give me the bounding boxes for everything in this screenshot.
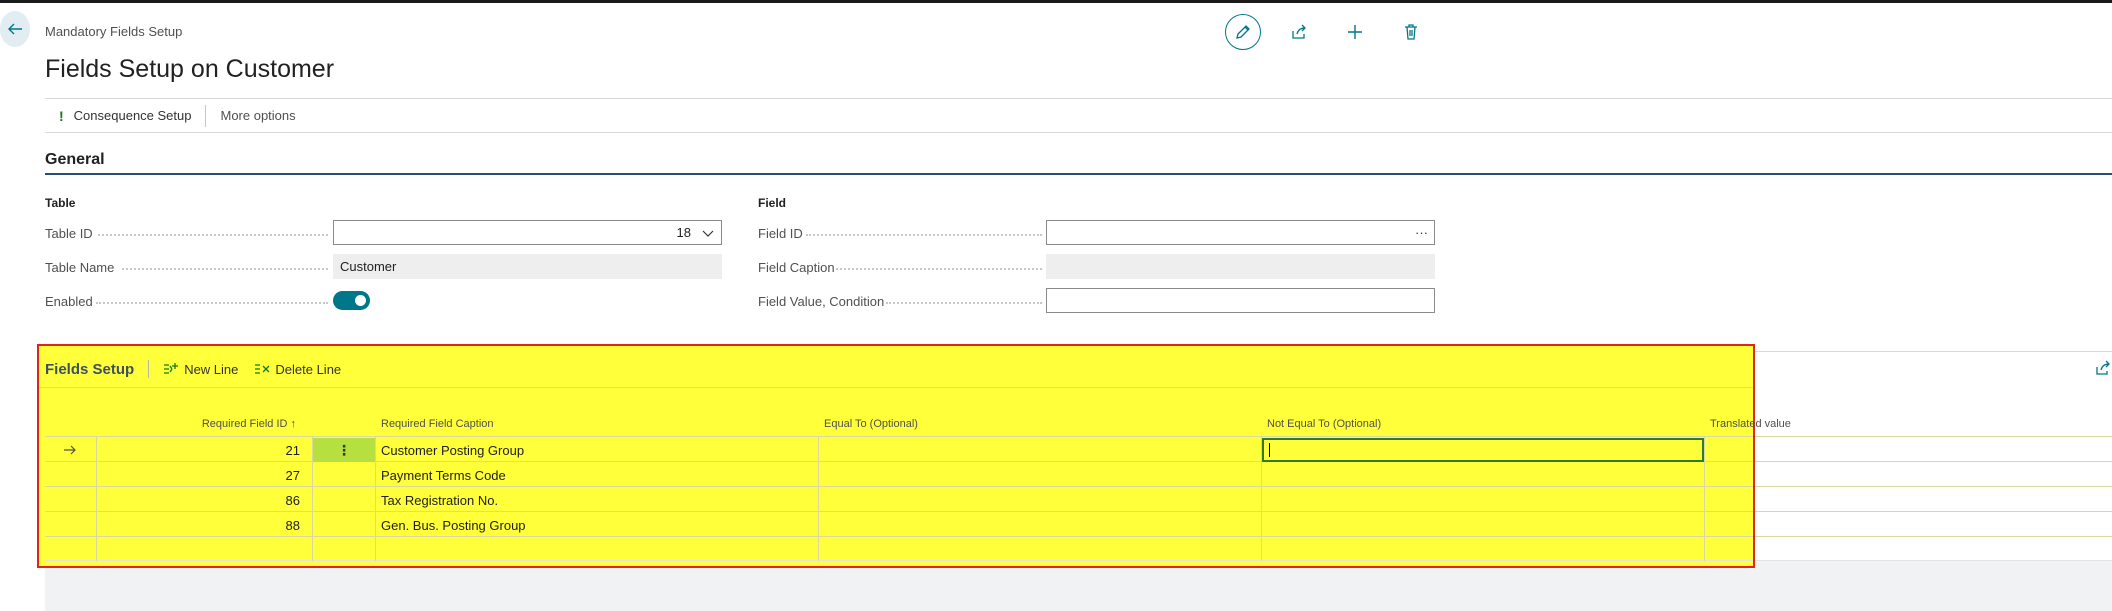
label-leader (122, 268, 328, 270)
table-row-id[interactable]: 27 (100, 463, 300, 488)
breadcrumb[interactable]: Mandatory Fields Setup (45, 24, 182, 39)
label-leader (836, 268, 1042, 270)
grid-line (818, 437, 819, 561)
more-options-button[interactable]: More options (206, 104, 309, 128)
not-equal-to-input[interactable] (1262, 438, 1704, 462)
subpage-header: Fields Setup New Line Delete Line (45, 357, 357, 381)
grid-line (45, 511, 2112, 512)
pencil-icon (1236, 25, 1250, 39)
delete-button[interactable] (1393, 14, 1429, 50)
group-label-field: Field (758, 196, 787, 210)
text-caret (1269, 443, 1270, 457)
column-header-required-field-id[interactable]: Required Field ID ↑ (180, 418, 296, 430)
table-name-label: Table Name (45, 260, 115, 275)
plus-icon (1348, 25, 1362, 39)
group-label-table: Table (45, 196, 76, 210)
edit-button[interactable] (1225, 14, 1261, 50)
grid-line (45, 486, 2112, 487)
table-row-caption[interactable]: Payment Terms Code (381, 463, 506, 488)
grid-line (1704, 437, 1705, 561)
table-row-id[interactable]: 21 (100, 438, 300, 463)
enabled-label: Enabled (45, 294, 93, 309)
label-leader (806, 234, 1042, 236)
table-row-id[interactable]: 86 (100, 488, 300, 513)
table-id-label: Table ID (45, 226, 93, 241)
section-divider (45, 173, 2112, 175)
lookup-ellipsis-icon[interactable]: ··· (1415, 225, 1428, 240)
field-id-input[interactable]: ··· (1046, 220, 1435, 245)
column-header-equal-to[interactable]: Equal To (Optional) (824, 418, 918, 430)
back-button[interactable] (0, 11, 30, 47)
field-condition-input[interactable] (1046, 288, 1435, 313)
table-name-field: Customer (333, 254, 722, 279)
delete-line-icon (255, 364, 270, 374)
current-row-arrow-icon (64, 445, 76, 455)
grid-line (375, 437, 376, 561)
label-leader (96, 302, 328, 304)
grid-line (38, 387, 1754, 388)
label-leader (886, 302, 1042, 304)
subpage-separator (148, 360, 150, 378)
action-bar: ! Consequence Setup More options (45, 98, 2112, 133)
column-header-not-equal-to[interactable]: Not Equal To (Optional) (1267, 418, 1381, 430)
label-leader (98, 234, 328, 236)
new-button[interactable] (1337, 14, 1373, 50)
table-row-caption[interactable]: Tax Registration No. (381, 488, 498, 513)
page-actions (1225, 14, 1449, 50)
trash-icon (1405, 24, 1417, 40)
table-row-caption[interactable]: Customer Posting Group (381, 438, 524, 463)
page-title: Fields Setup on Customer (45, 55, 335, 83)
grid-line (45, 560, 2112, 561)
subpage-background (45, 560, 2112, 611)
column-header-translated-value[interactable]: Translated value (1710, 418, 1791, 430)
new-line-button[interactable]: New Line (163, 362, 238, 377)
subpage-title[interactable]: Fields Setup (45, 361, 134, 378)
share-button[interactable] (1281, 14, 1317, 50)
arrow-left-icon (8, 23, 22, 35)
table-row-caption[interactable]: Gen. Bus. Posting Group (381, 513, 526, 538)
column-header-required-field-caption[interactable]: Required Field Caption (381, 418, 494, 430)
consequence-setup-button[interactable]: ! Consequence Setup (45, 104, 205, 128)
toggle-knob (355, 295, 366, 306)
field-caption-field (1046, 254, 1435, 279)
row-actions-button[interactable]: ⋮ (313, 438, 375, 462)
chevron-down-icon[interactable] (701, 226, 715, 240)
field-condition-label: Field Value, Condition (758, 294, 885, 309)
field-caption-label: Field Caption (758, 260, 835, 275)
share-icon (1292, 24, 1306, 39)
section-title-general[interactable]: General (45, 151, 105, 169)
grid-line (45, 436, 2112, 437)
window-top-border (0, 0, 2112, 3)
table-row-id[interactable]: 88 (100, 513, 300, 538)
delete-line-button[interactable]: Delete Line (254, 362, 341, 377)
field-id-label: Field ID (758, 226, 803, 241)
grid-line (96, 437, 97, 561)
grid-line (45, 536, 2112, 537)
new-line-icon (164, 363, 179, 374)
table-id-input[interactable]: 18 (333, 220, 722, 245)
enabled-toggle[interactable] (333, 291, 370, 310)
share-icon[interactable] (2095, 360, 2111, 376)
exclamation-icon: ! (59, 107, 64, 124)
